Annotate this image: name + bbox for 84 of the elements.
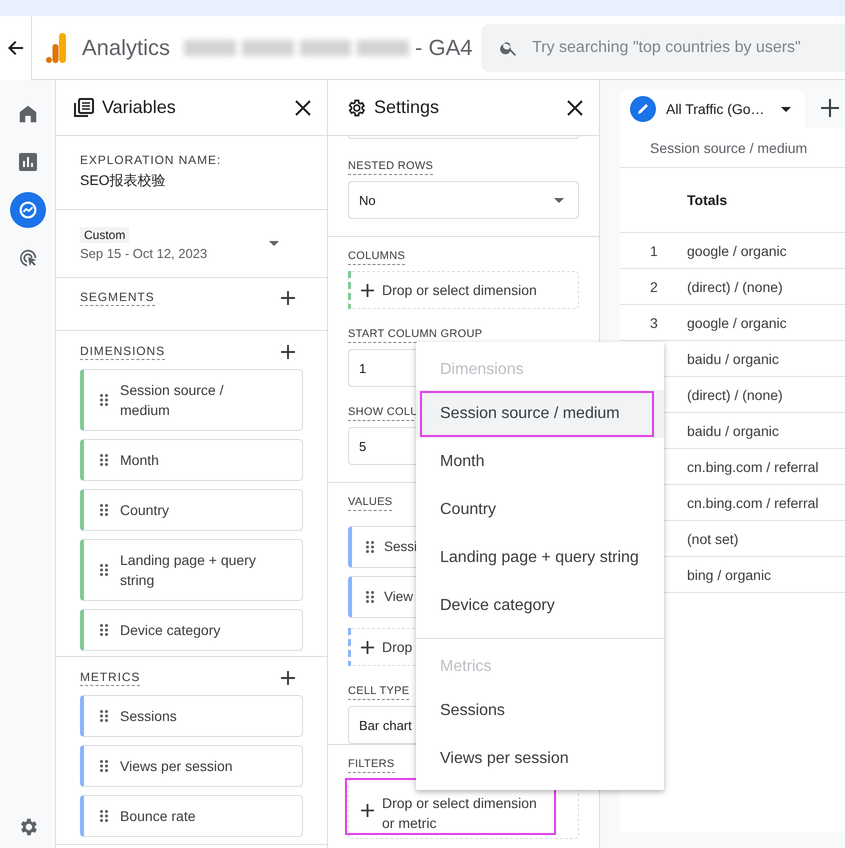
exploration-name-label: EXPLORATION NAME: (80, 153, 222, 167)
field-label: COLUMNS (348, 249, 406, 265)
table-cell: (direct) / (none) (687, 386, 783, 402)
add-icon (361, 640, 374, 654)
row-number: 3 (650, 314, 658, 330)
close-icon[interactable] (567, 100, 583, 116)
table-cell: baidu / organic (687, 422, 779, 438)
close-icon[interactable] (295, 100, 311, 116)
add-tab-icon[interactable] (821, 99, 839, 117)
dimension-chip[interactable]: Month (80, 439, 303, 481)
back-arrow-icon (8, 40, 24, 56)
metric-chip[interactable]: Sessions (80, 695, 303, 737)
input-field[interactable] (348, 136, 579, 139)
bar-chart-icon (18, 152, 38, 172)
caret-icon[interactable] (269, 241, 279, 246)
pencil-icon (630, 96, 656, 122)
table-cell: google / organic (687, 242, 787, 258)
date-range[interactable]: Sep 15 - Oct 12, 2023 (80, 246, 208, 260)
menu-item[interactable]: Session source / medium (416, 390, 664, 438)
dimension-chip[interactable]: Session source / medium (80, 369, 303, 431)
add-icon (361, 804, 374, 817)
totals-label: Totals (687, 192, 728, 208)
menu-item[interactable]: Landing page + query string (416, 534, 664, 582)
add-icon (361, 284, 374, 296)
search-field[interactable]: Try searching "top countries by users" (532, 38, 845, 56)
drag-handle-icon (100, 810, 108, 822)
menu-item[interactable]: Device category (416, 582, 664, 630)
table-cell: cn.bing.com / referral (687, 494, 818, 510)
explore-nav-button[interactable] (10, 192, 46, 228)
app-name: Analytics (82, 34, 170, 60)
drag-handle-icon (100, 564, 108, 576)
menu-item[interactable]: Country (416, 486, 664, 534)
caret-icon (554, 198, 564, 202)
bar-logo-icon (46, 32, 66, 62)
drag-handle-icon (366, 591, 374, 603)
row-number: 1 (650, 242, 658, 258)
table-cell: (direct) / (none) (687, 278, 783, 294)
dimension-chip[interactable]: Landing page + query string (80, 539, 303, 601)
list-icon (74, 98, 94, 118)
table-cell: google / organic (687, 314, 787, 330)
add-icon[interactable] (281, 345, 295, 359)
column-header: Session source / medium (650, 140, 808, 156)
drag-handle-icon (100, 394, 108, 406)
drag-handle-icon (100, 710, 108, 722)
dimension-chip[interactable]: Country (80, 489, 303, 531)
add-icon[interactable] (281, 671, 295, 685)
field-label: NESTED ROWS (348, 159, 434, 175)
caret-icon (781, 106, 791, 112)
panel-title: Variables (102, 97, 177, 118)
metric-chip[interactable]: Views per session (80, 745, 303, 787)
table-cell: cn.bing.com / referral (687, 458, 818, 474)
menu-item[interactable]: Sessions (416, 687, 664, 735)
date-preset-tag: Custom (80, 226, 130, 242)
metric-chip[interactable]: Bounce rate (80, 795, 303, 837)
section-title: DIMENSIONS (80, 344, 166, 360)
drag-handle-icon (100, 504, 108, 516)
section-title: SEGMENTS (80, 290, 155, 306)
drop-zone[interactable]: Drop or select dimension (348, 271, 579, 309)
trend-circle-icon (16, 199, 38, 221)
menu-section-title: Metrics (439, 657, 493, 677)
exploration-name: SEO报表校验 (80, 172, 167, 190)
drag-handle-icon (100, 624, 108, 636)
field-label: VALUES (348, 495, 392, 511)
add-icon[interactable] (281, 291, 295, 305)
menu-item[interactable]: Month (416, 438, 664, 486)
field-label: FILTERS (348, 757, 395, 773)
menu-section-title: Dimensions (439, 360, 525, 380)
exploration-tab[interactable]: All Traffic (Go… (620, 90, 805, 128)
table-cell: baidu / organic (687, 350, 779, 366)
table-cell: (not set) (687, 530, 738, 546)
drag-handle-icon (100, 760, 108, 772)
field-label: CELL TYPE (348, 684, 410, 700)
drag-handle-icon (366, 541, 374, 553)
select-field[interactable]: No (348, 181, 579, 219)
property-suffix: - GA4 (415, 34, 473, 60)
row-number: 2 (650, 278, 658, 294)
dimension-chip[interactable]: Device category (80, 609, 303, 651)
search-bar[interactable]: Try searching "top countries by users" (480, 24, 845, 72)
table-cell: bing / organic (687, 566, 772, 582)
section-title: METRICS (80, 670, 140, 686)
drag-handle-icon (100, 454, 108, 466)
panel-title: Settings (374, 97, 440, 118)
back-button[interactable] (0, 16, 32, 80)
settings-icon (346, 98, 366, 118)
